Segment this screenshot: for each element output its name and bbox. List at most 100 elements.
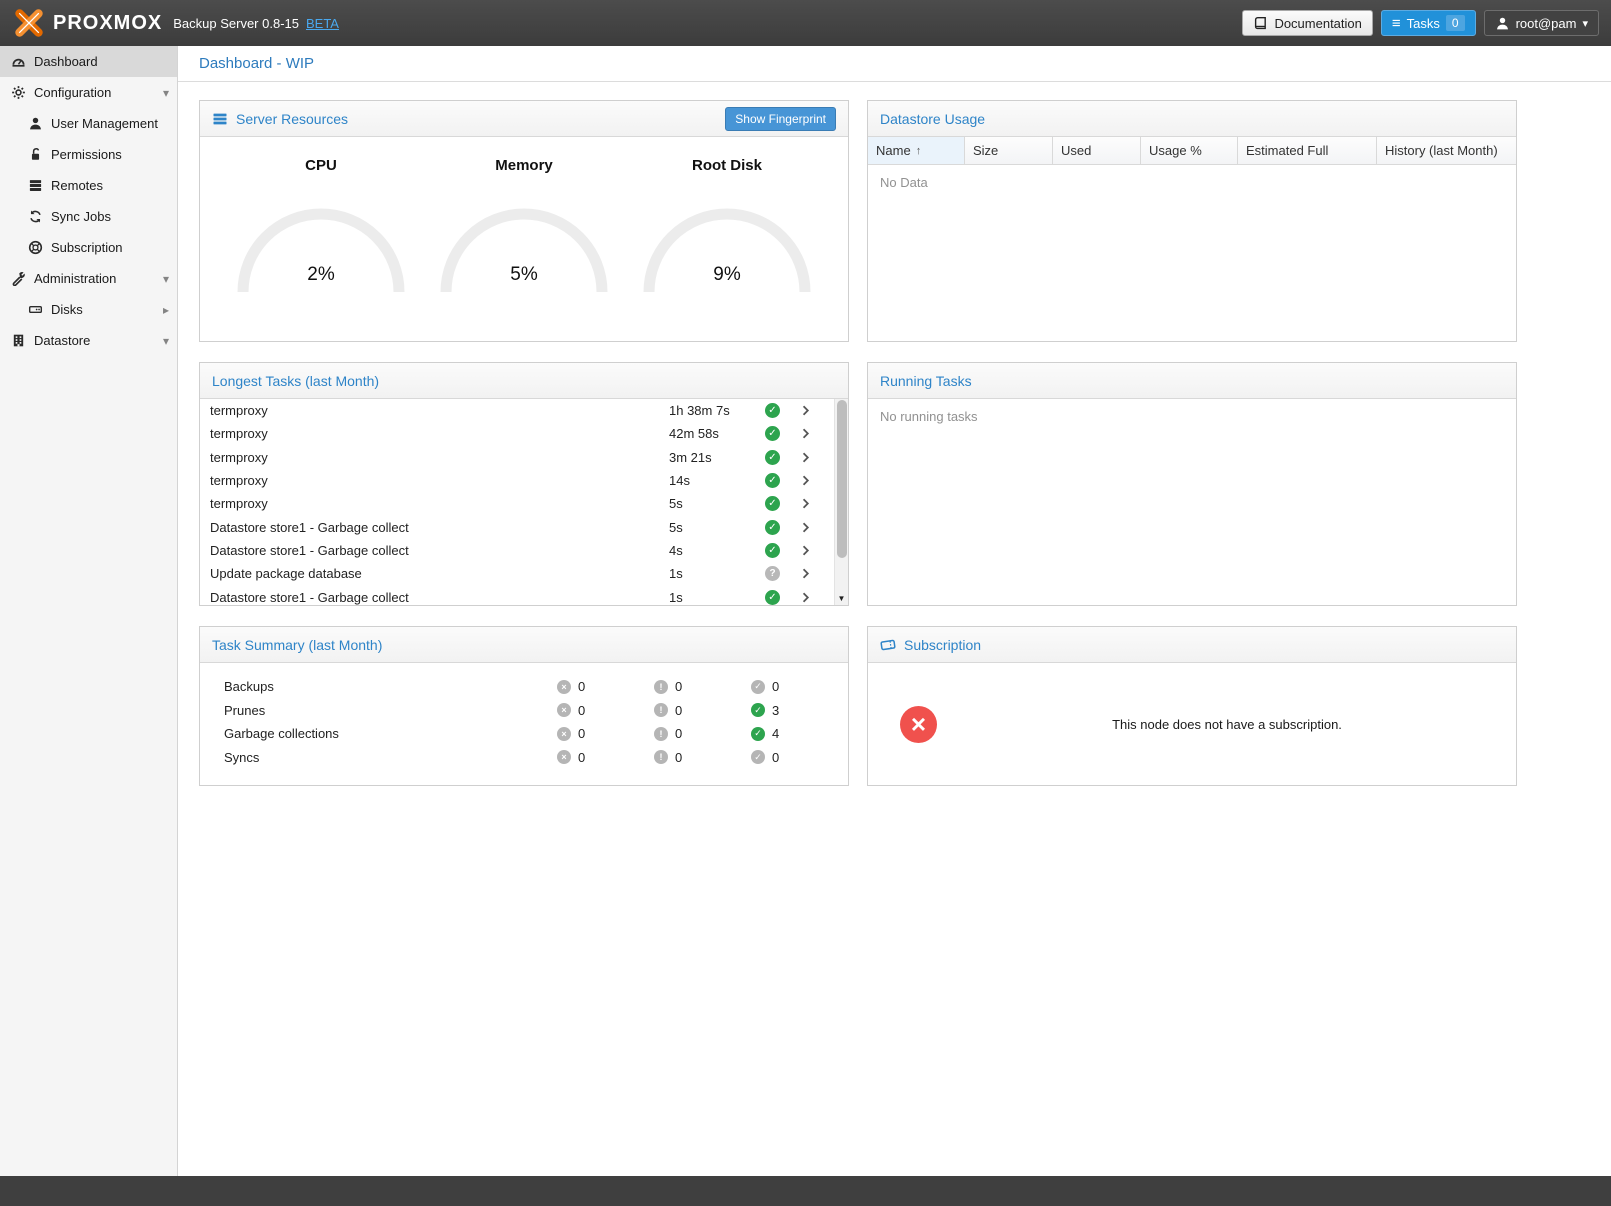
gauge-label: Root Disk	[637, 157, 817, 174]
task-row[interactable]: termproxy 5s ✓	[200, 492, 833, 515]
sidebar-item-sync-jobs[interactable]: Sync Jobs	[0, 201, 177, 232]
task-summary-panel: Task Summary (last Month) Backups ×0 !0 …	[199, 626, 849, 786]
cpu-gauge: CPU 2%	[231, 157, 411, 296]
panel-title: Subscription	[904, 637, 981, 653]
sort-asc-icon: ↑	[916, 145, 922, 157]
warning-count-icon: !	[654, 680, 668, 694]
longest-tasks-list: termproxy 1h 38m 7s ✓ termproxy 42m 58s …	[200, 399, 848, 605]
documentation-button[interactable]: Documentation	[1242, 10, 1372, 36]
panel-title: Running Tasks	[880, 373, 972, 389]
sidebar-item-label: Administration	[34, 271, 116, 286]
chevron-right-icon[interactable]	[799, 404, 812, 417]
task-row[interactable]: Datastore store1 - Garbage collect 1s ✓	[200, 585, 833, 605]
page-title: Dashboard - WIP	[178, 46, 1611, 82]
scroll-down-icon: ▼	[838, 594, 846, 603]
task-row[interactable]: termproxy 14s ✓	[200, 469, 833, 492]
scrollbar-thumb[interactable]	[837, 400, 847, 558]
warning-count-icon: !	[654, 703, 668, 717]
task-status-icon: ✓	[765, 520, 780, 535]
sidebar-item-administration[interactable]: Administration ▾	[0, 263, 177, 294]
column-header-name[interactable]: Name ↑	[868, 137, 965, 164]
tasks-label: Tasks	[1407, 16, 1440, 31]
task-list-icon: ≡	[1392, 16, 1401, 31]
ticket-icon	[880, 637, 896, 653]
panel-title: Longest Tasks (last Month)	[212, 373, 379, 389]
gauge-value: 2%	[307, 264, 335, 285]
sidebar-item-subscription[interactable]: Subscription	[0, 232, 177, 263]
caret-down-icon: ▾	[1582, 17, 1588, 30]
chevron-right-icon[interactable]	[799, 591, 812, 604]
task-row[interactable]: Update package database 1s ?	[200, 562, 833, 585]
user-icon	[28, 116, 43, 131]
column-header-estimated-full[interactable]: Estimated Full	[1238, 137, 1377, 164]
task-row[interactable]: termproxy 1h 38m 7s ✓	[200, 399, 833, 422]
book-icon	[1253, 16, 1268, 31]
topbar-actions: Documentation ≡ Tasks 0 root@pam ▾	[1242, 10, 1599, 36]
beta-link[interactable]: BETA	[306, 16, 339, 31]
task-status-icon: ✓	[765, 590, 780, 605]
sidebar-item-disks[interactable]: Disks ▸	[0, 294, 177, 325]
proxmox-x-icon	[12, 6, 46, 40]
scrollbar[interactable]: ▼	[834, 399, 848, 605]
sidebar-item-user-management[interactable]: User Management	[0, 108, 177, 139]
ok-count-icon: ✓	[751, 750, 765, 764]
task-status-icon: ✓	[765, 473, 780, 488]
chevron-right-icon[interactable]	[799, 474, 812, 487]
sidebar-item-remotes[interactable]: Remotes	[0, 170, 177, 201]
sidebar-item-datastore[interactable]: Datastore ▾	[0, 325, 177, 356]
subscription-message: This node does not have a subscription.	[868, 717, 1516, 732]
show-fingerprint-button[interactable]: Show Fingerprint	[725, 107, 836, 131]
chevron-right-icon[interactable]	[799, 521, 812, 534]
tasks-count-badge: 0	[1446, 15, 1465, 31]
task-row[interactable]: termproxy 42m 58s ✓	[200, 422, 833, 445]
caret-down-icon[interactable]: ▾	[163, 334, 169, 348]
ok-count-icon: ✓	[751, 703, 765, 717]
datastore-icon	[11, 333, 26, 348]
caret-down-icon[interactable]: ▾	[163, 272, 169, 286]
gauge-label: Memory	[434, 157, 614, 174]
chevron-right-icon[interactable]	[799, 451, 812, 464]
gauge-label: CPU	[231, 157, 411, 174]
no-data-text: No Data	[868, 165, 1516, 200]
task-row[interactable]: Datastore store1 - Garbage collect 5s ✓	[200, 515, 833, 538]
user-menu-button[interactable]: root@pam ▾	[1484, 10, 1599, 36]
column-header-usage[interactable]: Usage %	[1141, 137, 1238, 164]
scrollbar-down-button[interactable]: ▼	[835, 591, 848, 605]
column-header-history[interactable]: History (last Month)	[1377, 137, 1516, 164]
sidebar: Dashboard Configuration ▾ User Managemen…	[0, 46, 178, 1176]
task-status-icon: ✓	[765, 426, 780, 441]
tasks-button[interactable]: ≡ Tasks 0	[1381, 10, 1476, 36]
no-subscription-icon: ×	[900, 706, 937, 743]
column-header-size[interactable]: Size	[965, 137, 1053, 164]
sidebar-item-permissions[interactable]: Permissions	[0, 139, 177, 170]
sidebar-item-dashboard[interactable]: Dashboard	[0, 46, 177, 77]
running-tasks-panel: Running Tasks No running tasks	[867, 362, 1517, 606]
memory-gauge: Memory 5%	[434, 157, 614, 296]
sidebar-item-configuration[interactable]: Configuration ▾	[0, 77, 177, 108]
datastore-usage-panel: Datastore Usage Name ↑ Size Used Usage %…	[867, 100, 1517, 342]
page-title-text: Dashboard - WIP	[199, 55, 314, 72]
task-row[interactable]: termproxy 3m 21s ✓	[200, 446, 833, 469]
chevron-right-icon[interactable]	[799, 497, 812, 510]
column-header-used[interactable]: Used	[1053, 137, 1141, 164]
task-status-icon: ✓	[765, 496, 780, 511]
subscription-panel: Subscription × This node does not have a…	[867, 626, 1517, 786]
ok-count-icon: ✓	[751, 727, 765, 741]
task-row[interactable]: Datastore store1 - Garbage collect 4s ✓	[200, 539, 833, 562]
caret-right-icon[interactable]: ▸	[163, 303, 169, 317]
ok-count-icon: ✓	[751, 680, 765, 694]
caret-down-icon[interactable]: ▾	[163, 86, 169, 100]
chevron-right-icon[interactable]	[799, 567, 812, 580]
panel-title: Datastore Usage	[880, 111, 985, 127]
documentation-label: Documentation	[1274, 16, 1361, 31]
chevron-right-icon[interactable]	[799, 427, 812, 440]
sidebar-item-label: Remotes	[51, 178, 103, 193]
sidebar-item-label: Disks	[51, 302, 83, 317]
proxmox-logo: PROXMOX	[12, 6, 162, 40]
summary-row-backups: Backups ×0 !0 ✓0	[224, 675, 848, 699]
chevron-right-icon[interactable]	[799, 544, 812, 557]
panel-title: Server Resources	[236, 111, 348, 127]
unlock-icon	[28, 147, 43, 162]
summary-row-syncs: Syncs ×0 !0 ✓0	[224, 746, 848, 770]
task-status-icon: ✓	[765, 403, 780, 418]
